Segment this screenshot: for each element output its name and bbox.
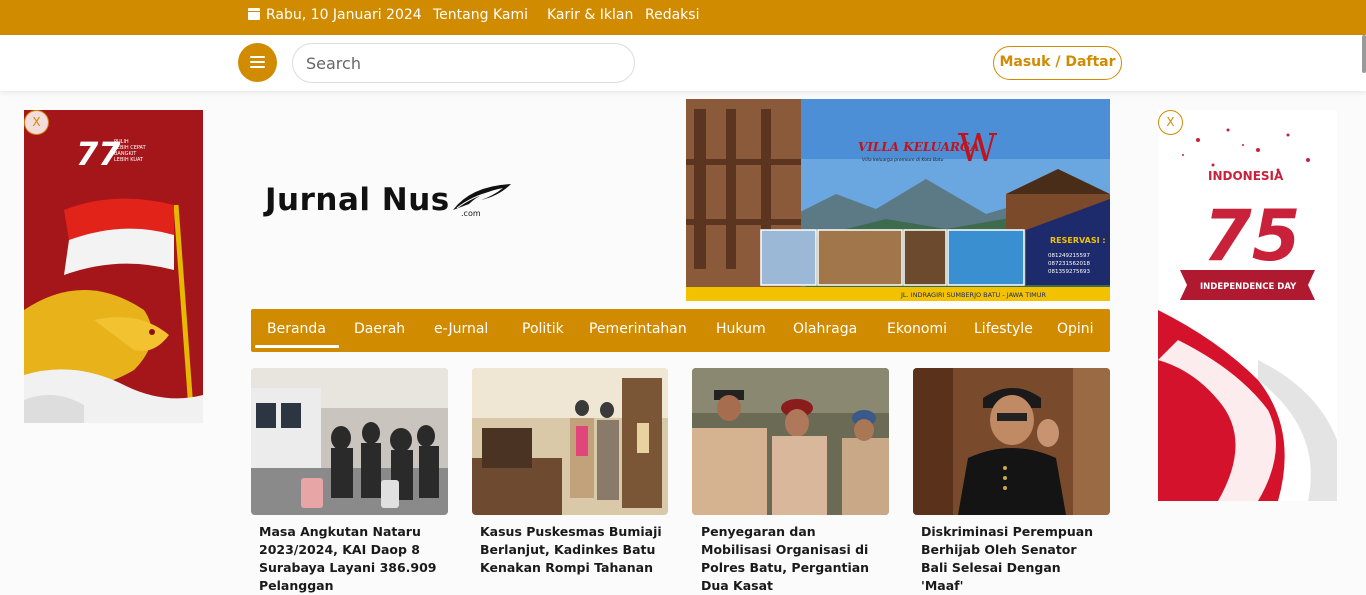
nav-item-politik[interactable]: Politik (522, 309, 564, 352)
close-left-ad-button[interactable]: X (24, 110, 49, 135)
nav-item-ekonomi[interactable]: Ekonomi (887, 309, 947, 352)
article-thumbnail-3[interactable] (692, 368, 889, 515)
calendar-icon (248, 8, 260, 20)
nav-item-lifestyle[interactable]: Lifestyle (974, 309, 1033, 352)
svg-text:Villa keluarga premium di Kota: Villa keluarga premium di Kota Batu (862, 157, 944, 163)
svg-text:W: W (958, 126, 997, 170)
top-bar: Rabu, 10 Januari 2024 Tentang Kami Karir… (0, 0, 1366, 35)
article-title-3[interactable]: Penyegaran dan Mobilisasi Organisasi di … (701, 523, 886, 595)
nav-item-pemerintahan[interactable]: Pemerintahan (589, 309, 687, 352)
date-display: Rabu, 10 Januari 2024 (248, 0, 422, 35)
senator-bali-photo (913, 368, 1110, 515)
logo-domain: .com (461, 209, 481, 218)
hamburger-line (250, 66, 265, 68)
nav-item-hukum[interactable]: Hukum (716, 309, 766, 352)
login-register-button[interactable]: Masuk / Daftar (993, 46, 1122, 80)
banner-illustration: VILLA KELUARGA W Villa keluarga premium … (686, 99, 1110, 301)
scrollbar-thumb[interactable] (1362, 35, 1366, 73)
topbar-link-karir-iklan[interactable]: Karir & Iklan (547, 0, 633, 35)
hamburger-icon (250, 56, 265, 58)
close-right-ad-button[interactable]: X (1158, 110, 1183, 135)
nav-active-indicator (255, 345, 339, 348)
train-station-photo (251, 368, 448, 515)
hamburger-line (250, 61, 265, 63)
hut-ri-77-illustration: 77 PULIH LEBIH CEPAT BANGKIT LEBIH KUAT (24, 110, 203, 423)
police-ceremony-photo (692, 368, 889, 515)
nav-item-opini[interactable]: Opini (1057, 309, 1094, 352)
logo-text: Jurnal Nus (265, 182, 450, 218)
search-input[interactable] (292, 43, 635, 83)
villa-keluarga-banner-ad[interactable]: VILLA KELUARGA W Villa keluarga premium … (686, 99, 1110, 301)
menu-button[interactable] (238, 43, 277, 82)
article-thumbnail-2[interactable] (472, 368, 668, 515)
svg-text:INDEPENDENCE DAY: INDEPENDENCE DAY (1200, 282, 1297, 292)
nav-item-daerah[interactable]: Daerah (354, 309, 405, 352)
topbar-link-tentang-kami[interactable]: Tentang Kami (433, 0, 528, 35)
nav-item-olahraga[interactable]: Olahraga (793, 309, 857, 352)
header: Masuk / Daftar (0, 35, 1366, 91)
hut-ri-75-illustration: INDONESIA 75 TAHUN INDEPENDENCE DAY (1158, 110, 1337, 501)
leaf-logo-icon (453, 184, 511, 210)
svg-text:TAHUN: TAHUN (1275, 209, 1294, 215)
article-title-4[interactable]: Diskriminasi Perempuan Berhijab Oleh Sen… (921, 523, 1106, 595)
svg-text:INDONESIA: INDONESIA (1208, 169, 1284, 183)
article-thumbnail-1[interactable] (251, 368, 448, 515)
svg-text:081359275693: 081359275693 (1048, 269, 1090, 275)
svg-text:LEBIH KUAT: LEBIH KUAT (114, 157, 144, 163)
category-nav: Beranda Daerah e-Jurnal Politik Pemerint… (251, 309, 1110, 352)
left-side-ad[interactable]: 77 PULIH LEBIH CEPAT BANGKIT LEBIH KUAT (24, 110, 203, 423)
site-logo[interactable]: Jurnal Nus .com (265, 182, 520, 222)
right-side-ad[interactable]: INDONESIA 75 TAHUN INDEPENDENCE DAY (1158, 110, 1337, 501)
article-title-1[interactable]: Masa Angkutan Nataru 2023/2024, KAI Daop… (259, 523, 444, 595)
topbar-link-redaksi[interactable]: Redaksi (645, 0, 699, 35)
svg-text:75: 75 (1203, 195, 1300, 277)
svg-text:JL. INDRAGIRI SUMBERJO BATU -: JL. INDRAGIRI SUMBERJO BATU - JAWA TIMUR (900, 291, 1047, 299)
article-thumbnail-4[interactable] (913, 368, 1110, 515)
svg-text:087231562018: 087231562018 (1048, 261, 1090, 267)
puskesmas-office-photo (472, 368, 668, 515)
article-title-2[interactable]: Kasus Puskesmas Bumiaji Berlanjut, Kadin… (480, 523, 665, 577)
svg-text:081249215597: 081249215597 (1048, 253, 1090, 259)
nav-item-e-jurnal[interactable]: e-Jurnal (434, 309, 488, 352)
svg-text:RESERVASI :: RESERVASI : (1050, 236, 1106, 245)
date-text: Rabu, 10 Januari 2024 (266, 7, 422, 23)
